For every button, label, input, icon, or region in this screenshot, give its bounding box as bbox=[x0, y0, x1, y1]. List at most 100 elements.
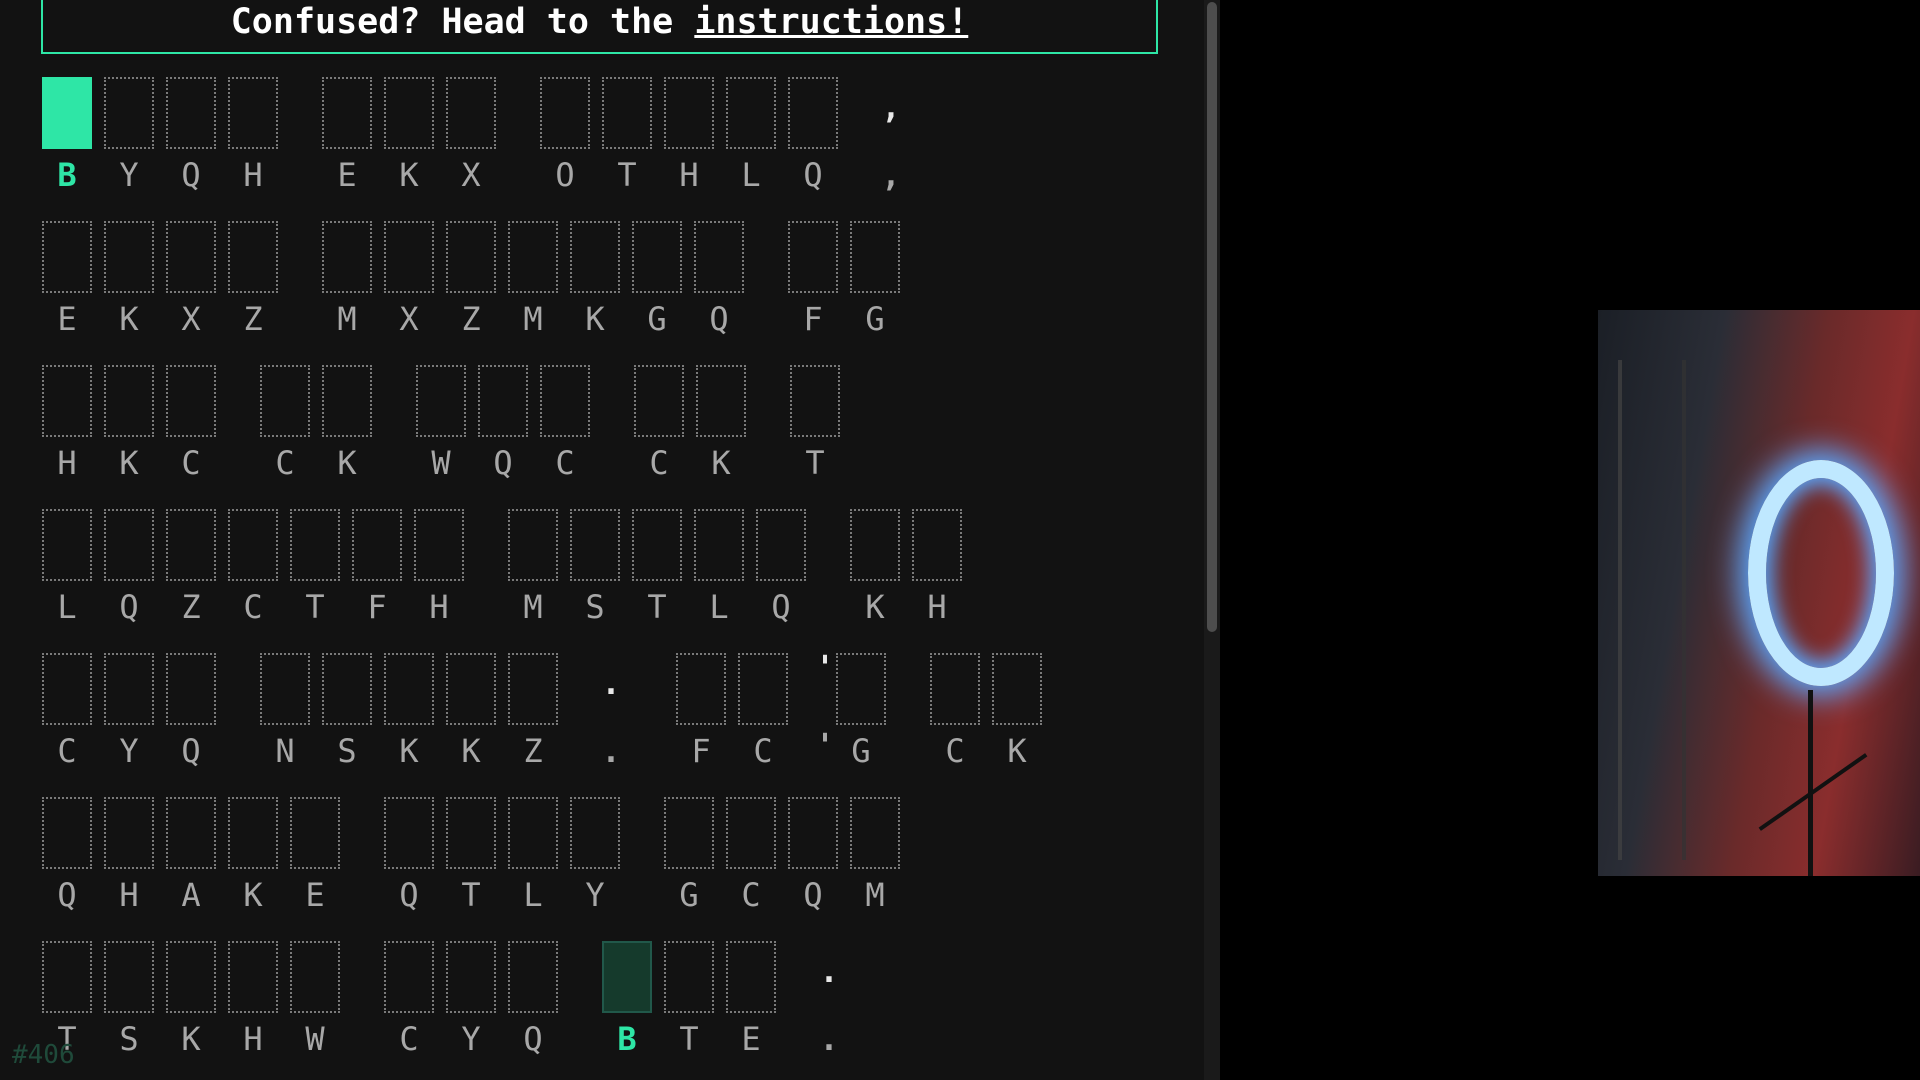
letter-slot[interactable] bbox=[478, 365, 528, 437]
letter-slot[interactable] bbox=[42, 509, 92, 581]
letter-slot[interactable] bbox=[104, 797, 154, 869]
letter-slot[interactable] bbox=[42, 221, 92, 293]
letter-slot[interactable] bbox=[726, 941, 776, 1013]
letter-slot[interactable] bbox=[788, 77, 838, 149]
letter-slot[interactable] bbox=[228, 509, 278, 581]
letter-slot[interactable] bbox=[42, 941, 92, 1013]
cipher-letter: X bbox=[181, 300, 201, 338]
letter-slot[interactable] bbox=[602, 77, 652, 149]
letter-slot[interactable] bbox=[384, 221, 434, 293]
letter-slot[interactable] bbox=[930, 653, 980, 725]
letter-slot[interactable] bbox=[508, 797, 558, 869]
letter-slot[interactable] bbox=[446, 797, 496, 869]
letter-slot[interactable] bbox=[384, 797, 434, 869]
letter-slot[interactable] bbox=[694, 509, 744, 581]
letter-slot[interactable] bbox=[228, 941, 278, 1013]
letter-slot[interactable] bbox=[104, 77, 154, 149]
letter-slot[interactable] bbox=[912, 509, 962, 581]
letter-slot[interactable] bbox=[42, 77, 92, 149]
letter-slot[interactable] bbox=[540, 365, 590, 437]
letter-slot[interactable] bbox=[602, 941, 652, 1013]
letter-slot[interactable] bbox=[850, 221, 900, 293]
letter-slot[interactable] bbox=[540, 77, 590, 149]
letter-slot[interactable] bbox=[694, 221, 744, 293]
cipher-letter: Y bbox=[119, 156, 139, 194]
letter-slot[interactable] bbox=[384, 941, 434, 1013]
letter-slot[interactable] bbox=[696, 365, 746, 437]
letter-slot[interactable] bbox=[446, 653, 496, 725]
letter-slot[interactable] bbox=[322, 77, 372, 149]
cipher-letter: T bbox=[461, 876, 481, 914]
letter-slot[interactable] bbox=[42, 653, 92, 725]
letter-slot[interactable] bbox=[290, 941, 340, 1013]
cipher-letter: K bbox=[399, 156, 419, 194]
letter-slot[interactable] bbox=[42, 797, 92, 869]
letter-slot[interactable] bbox=[104, 509, 154, 581]
letter-slot[interactable] bbox=[414, 509, 464, 581]
cipher-letter: C bbox=[753, 732, 773, 770]
letter-slot[interactable] bbox=[570, 221, 620, 293]
letter-slot[interactable] bbox=[508, 509, 558, 581]
letter-slot[interactable] bbox=[850, 797, 900, 869]
letter-slot[interactable] bbox=[446, 77, 496, 149]
letter-slot[interactable] bbox=[632, 221, 682, 293]
letter-slot[interactable] bbox=[446, 941, 496, 1013]
letter-slot[interactable] bbox=[322, 653, 372, 725]
punctuation-mark: . bbox=[601, 664, 621, 702]
letter-slot[interactable] bbox=[228, 221, 278, 293]
cipher-letter: O bbox=[555, 156, 575, 194]
letter-slot[interactable] bbox=[352, 509, 402, 581]
letter-slot[interactable] bbox=[790, 365, 840, 437]
letter-slot[interactable] bbox=[290, 509, 340, 581]
letter-slot[interactable] bbox=[788, 221, 838, 293]
letter-slot[interactable] bbox=[228, 797, 278, 869]
letter-slot[interactable] bbox=[632, 509, 682, 581]
letter-slot[interactable] bbox=[738, 653, 788, 725]
letter-slot[interactable] bbox=[42, 365, 92, 437]
letter-slot[interactable] bbox=[726, 797, 776, 869]
letter-slot[interactable] bbox=[166, 797, 216, 869]
letter-slot[interactable] bbox=[416, 365, 466, 437]
letter-slot[interactable] bbox=[446, 221, 496, 293]
letter-slot[interactable] bbox=[726, 77, 776, 149]
letter-slot[interactable] bbox=[634, 365, 684, 437]
letter-slot[interactable] bbox=[228, 77, 278, 149]
letter-slot[interactable] bbox=[836, 653, 886, 725]
letter-slot[interactable] bbox=[664, 797, 714, 869]
letter-slot[interactable] bbox=[166, 941, 216, 1013]
letter-slot[interactable] bbox=[166, 221, 216, 293]
letter-slot[interactable] bbox=[104, 653, 154, 725]
letter-slot[interactable] bbox=[676, 653, 726, 725]
letter-slot[interactable] bbox=[322, 365, 372, 437]
letter-slot[interactable] bbox=[104, 365, 154, 437]
scrollbar[interactable] bbox=[1204, 0, 1220, 1080]
letter-slot[interactable] bbox=[756, 509, 806, 581]
letter-slot[interactable] bbox=[260, 653, 310, 725]
letter-slot[interactable] bbox=[384, 653, 434, 725]
cipher-letter: Q bbox=[119, 588, 139, 626]
letter-slot[interactable] bbox=[992, 653, 1042, 725]
letter-slot[interactable] bbox=[290, 797, 340, 869]
scroll-thumb[interactable] bbox=[1207, 2, 1217, 632]
letter-slot[interactable] bbox=[104, 221, 154, 293]
letter-slot[interactable] bbox=[166, 77, 216, 149]
letter-slot[interactable] bbox=[508, 221, 558, 293]
letter-slot[interactable] bbox=[104, 941, 154, 1013]
letter-slot[interactable] bbox=[570, 509, 620, 581]
cipher-letter: E bbox=[741, 1020, 761, 1058]
letter-slot[interactable] bbox=[166, 509, 216, 581]
letter-slot[interactable] bbox=[260, 365, 310, 437]
letter-slot[interactable] bbox=[570, 797, 620, 869]
cipher-letter: C bbox=[57, 732, 77, 770]
letter-slot[interactable] bbox=[322, 221, 372, 293]
letter-slot[interactable] bbox=[508, 941, 558, 1013]
letter-slot[interactable] bbox=[166, 653, 216, 725]
cipher-letter: T bbox=[805, 444, 825, 482]
letter-slot[interactable] bbox=[664, 941, 714, 1013]
letter-slot[interactable] bbox=[166, 365, 216, 437]
letter-slot[interactable] bbox=[508, 653, 558, 725]
letter-slot[interactable] bbox=[384, 77, 434, 149]
letter-slot[interactable] bbox=[850, 509, 900, 581]
letter-slot[interactable] bbox=[664, 77, 714, 149]
letter-slot[interactable] bbox=[788, 797, 838, 869]
